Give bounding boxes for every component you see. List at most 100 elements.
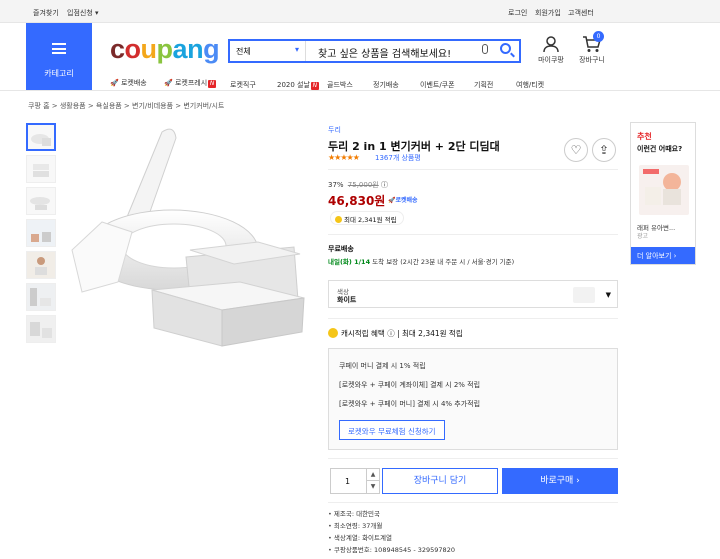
support-link[interactable]: 고객센터 xyxy=(568,8,594,18)
cash-benefit-row: 캐시적립 혜택 ⓘ | 최대 2,341원 적립 xyxy=(328,328,463,339)
rocket-fresh-icon: 🚀 xyxy=(164,79,173,87)
benefit-item: [로켓와우 + 쿠페이 계좌이체] 결제 시 2% 적립 xyxy=(339,381,481,389)
nav-subscription[interactable]: 정기배송 xyxy=(373,80,399,90)
thumbnail[interactable] xyxy=(26,219,56,247)
logo-letter: c xyxy=(110,34,125,64)
thumbnail[interactable] xyxy=(26,155,56,183)
logo-letter: g xyxy=(203,34,220,64)
benefit-item: 쿠페이 머니 결제 시 1% 적립 xyxy=(339,362,426,370)
nav-travel[interactable]: 여행/티켓 xyxy=(516,80,544,90)
divider xyxy=(328,318,618,319)
option-select[interactable]: 색상 화이트 ▼ xyxy=(328,280,618,308)
recommend-subtitle: 이런건 어때요? xyxy=(637,145,683,153)
coupang-logo[interactable]: coupang xyxy=(110,34,220,65)
cash-badge: 최대 2,341원 적립 xyxy=(330,211,404,225)
thumbnail[interactable] xyxy=(26,283,56,311)
logo-letter: a xyxy=(172,34,188,64)
new-badge: N xyxy=(310,82,319,90)
benefit-box: 쿠페이 머니 결제 시 1% 적립 [로켓와우 + 쿠페이 계좌이체] 결제 시… xyxy=(328,348,618,450)
rocket-icon: 🚀 xyxy=(110,79,119,87)
coin-icon xyxy=(335,216,342,223)
login-link[interactable]: 로그인 xyxy=(508,8,527,18)
spec-list: 제조국: 대한민국 최소연령: 37개월 색상계열: 화이트계열 쿠팡상품번호:… xyxy=(328,508,455,556)
recommended-product-image[interactable] xyxy=(639,165,689,215)
spec-item: 제조국: 대한민국 xyxy=(328,508,455,518)
new-badge: N xyxy=(208,80,217,88)
quantity-stepper[interactable]: 1 ▲ ▼ xyxy=(330,468,380,494)
rating-stars: ★★★★★ xyxy=(328,153,360,162)
divider xyxy=(328,234,618,235)
coin-icon xyxy=(328,328,338,338)
thumbnail[interactable] xyxy=(26,187,56,215)
signup-link[interactable]: 회원가입 xyxy=(535,8,561,18)
shipping-info: 내일(화) 1/14 도착 보장 (2시간 23분 내 주문 시 / 서울·경기… xyxy=(328,258,515,266)
divider xyxy=(328,502,618,503)
spec-item: 쿠팡상품번호: 108948545 - 329597820 xyxy=(328,544,455,554)
add-to-cart-button[interactable]: 장바구니 담기 xyxy=(382,468,498,494)
buy-now-button[interactable]: 바로구매 › xyxy=(502,468,618,494)
more-button[interactable]: 더 알아보기 › xyxy=(631,247,695,264)
discount-rate: 37% xyxy=(328,181,344,189)
nav-events[interactable]: 이벤트/쿠폰 xyxy=(420,80,455,90)
caret-down-icon: ▼ xyxy=(605,291,611,299)
info-icon[interactable]: ⓘ xyxy=(381,181,388,189)
spec-item: 색상계열: 화이트계열 xyxy=(328,532,455,542)
rocket-wow-trial-button[interactable]: 로켓와우 무료체험 신청하기 xyxy=(339,420,445,440)
microphone-icon[interactable] xyxy=(482,44,488,54)
mypage-button[interactable]: 마이쿠팡 xyxy=(536,35,566,65)
seller-link[interactable]: 입점신청 ▾ xyxy=(67,8,99,18)
decrease-icon[interactable]: ▼ xyxy=(366,481,379,493)
search-icon[interactable] xyxy=(500,43,511,54)
arrival-date: 내일(화) 1/14 xyxy=(328,258,371,266)
search-category-select[interactable]: 전체 ▾ xyxy=(230,41,306,61)
thumbnail[interactable] xyxy=(26,251,56,279)
nav-rocket[interactable]: 🚀 로켓배송 xyxy=(110,78,147,88)
original-price: 75,000원 xyxy=(347,181,379,189)
nav-fresh[interactable]: 🚀 로켓프레시 N xyxy=(164,78,217,88)
rocket-badge: 🚀로켓배송 xyxy=(388,197,418,204)
top-utility-bar: 즐겨찾기 입점신청 ▾ 로그인 회원가입 고객센터 xyxy=(0,0,720,23)
recommendation-panel: 추천 이런건 어때요? 래퍼 유아변... 광고 더 알아보기 › xyxy=(630,122,696,265)
thumbnail-list xyxy=(26,123,58,347)
nav-seollal[interactable]: 2020 설날 N xyxy=(277,80,319,90)
search-input[interactable]: 찾고 싶은 상품을 검색해보세요! xyxy=(318,45,451,60)
thumbnail[interactable] xyxy=(26,315,56,343)
logo-letter: p xyxy=(156,34,174,64)
heart-icon[interactable]: ♡ xyxy=(564,138,588,162)
option-value: 화이트 xyxy=(337,296,357,304)
site-header: 카테고리 coupang 전체 ▾ 찾고 싶은 상품을 검색해보세요! 마이쿠팡 … xyxy=(0,23,720,91)
shipping-title: 무료배송 xyxy=(328,245,354,253)
hamburger-icon xyxy=(52,43,66,54)
user-icon xyxy=(543,36,559,53)
share-icon[interactable]: ⇪ xyxy=(592,138,616,162)
cart-count-badge: 0 xyxy=(593,31,604,42)
spec-item: 최소연령: 37개월 xyxy=(328,520,455,530)
cart-button[interactable]: 0 장바구니 xyxy=(576,31,608,65)
brand-link[interactable]: 두리 xyxy=(328,125,341,135)
category-label: 카테고리 xyxy=(44,69,74,78)
benefit-item: [로켓와우 + 쿠페이 머니] 결제 시 4% 추가적립 xyxy=(339,400,481,408)
chevron-down-icon: ▾ xyxy=(294,45,299,54)
divider xyxy=(328,169,618,170)
thumbnail[interactable] xyxy=(26,123,56,151)
category-menu-button[interactable]: 카테고리 xyxy=(26,23,92,90)
increase-icon[interactable]: ▲ xyxy=(366,469,379,481)
option-thumbnail xyxy=(573,287,595,303)
discount-line: 37% 75,000원 ⓘ xyxy=(328,180,388,190)
search-bar: 전체 ▾ 찾고 싶은 상품을 검색해보세요! xyxy=(228,39,521,63)
favorites-link[interactable]: 즐겨찾기 xyxy=(33,8,59,18)
product-main-image xyxy=(62,122,320,382)
logo-letter: n xyxy=(187,34,204,64)
breadcrumb[interactable]: 쿠팡 홈 > 생활용품 > 욕실용품 > 변기/비데용품 > 변기커버/시트 xyxy=(28,101,224,111)
sale-price: 46,830원 xyxy=(328,194,386,208)
ad-label: 광고 xyxy=(637,233,649,240)
review-count-link[interactable]: 1367개 상품평 xyxy=(375,153,421,163)
logo-letter: u xyxy=(140,34,158,64)
info-icon[interactable]: ⓘ xyxy=(387,329,395,338)
divider xyxy=(328,458,618,459)
quantity-value[interactable]: 1 xyxy=(345,477,350,486)
nav-exhibition[interactable]: 기획전 xyxy=(474,80,493,90)
nav-global[interactable]: 로켓직구 xyxy=(230,80,256,90)
nav-goldbox[interactable]: 골드박스 xyxy=(327,80,353,90)
product-title: 두리 2 in 1 변기커버 + 2단 디딤대 xyxy=(328,140,500,153)
